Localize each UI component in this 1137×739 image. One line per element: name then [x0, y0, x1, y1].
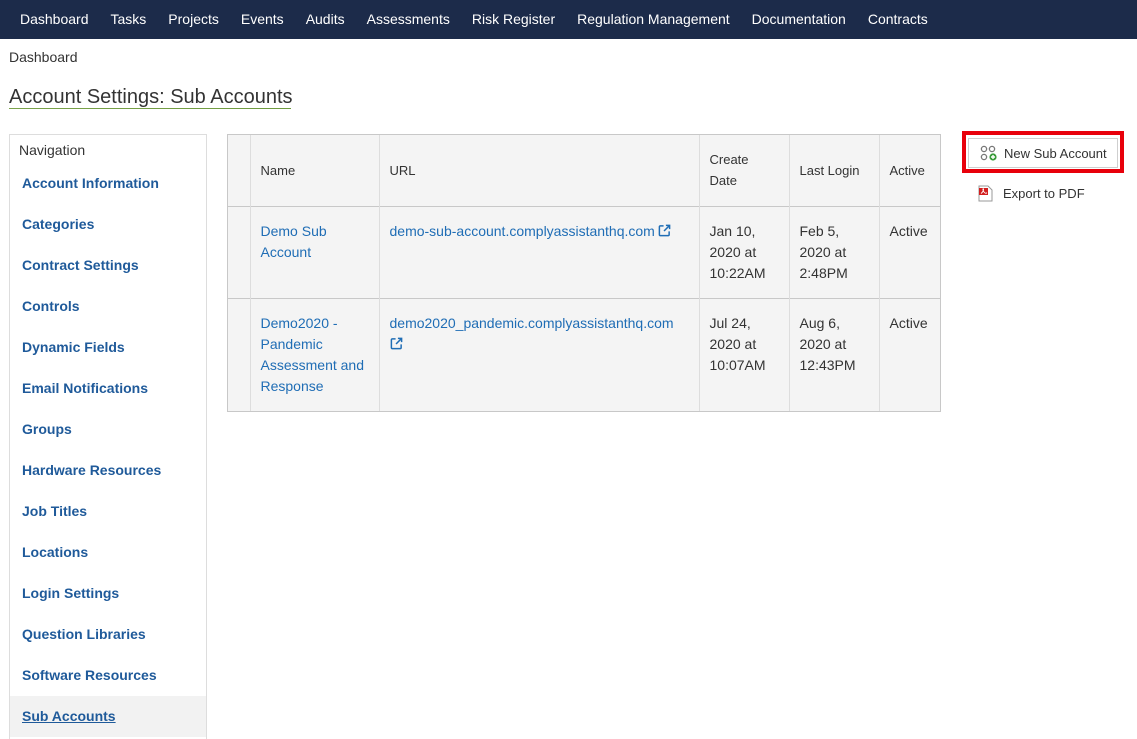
sub-account-name-link[interactable]: Demo Sub Account: [261, 223, 327, 260]
title-underline: [9, 108, 291, 109]
breadcrumb: Dashboard: [9, 49, 78, 65]
sidebar-item-account-information[interactable]: Account Information: [10, 163, 206, 204]
table-header-row: Name URL Create Date Last Login Active: [228, 135, 940, 206]
last-login-cell: Aug 6, 2020 at 12:43PM: [788, 297, 879, 411]
last-login-cell: Feb 5, 2020 at 2:48PM: [788, 205, 879, 298]
create-date-cell: Jul 24, 2020 at 10:07AM: [698, 297, 789, 411]
active-status-cell: Active: [878, 205, 940, 298]
pdf-icon: [978, 185, 993, 202]
sidebar-item-contract-settings[interactable]: Contract Settings: [10, 245, 206, 286]
export-to-pdf-link[interactable]: Export to PDF: [978, 185, 1085, 202]
topnav-audits[interactable]: Audits: [295, 0, 356, 39]
table-row[interactable]: Demo2020 - Pandemic Assessment and Respo…: [228, 297, 940, 411]
topnav-projects[interactable]: Projects: [157, 0, 230, 39]
sidebar-item-job-titles[interactable]: Job Titles: [10, 491, 206, 532]
sidebar-heading: Navigation: [19, 142, 86, 158]
topnav-risk-register[interactable]: Risk Register: [461, 0, 566, 39]
topnav-events[interactable]: Events: [230, 0, 295, 39]
row-handle: [228, 297, 250, 411]
active-status-cell: Active: [878, 297, 940, 411]
export-to-pdf-label: Export to PDF: [1003, 186, 1085, 201]
topnav-contracts[interactable]: Contracts: [857, 0, 939, 39]
column-header-create-date[interactable]: Create Date: [698, 135, 789, 206]
new-sub-account-button[interactable]: New Sub Account: [968, 138, 1118, 168]
external-link-icon: [390, 337, 402, 349]
topnav-tasks[interactable]: Tasks: [100, 0, 158, 39]
sub-account-url-link[interactable]: demo2020_pandemic.complyassistanthq.com: [390, 315, 674, 352]
table-row[interactable]: Demo Sub Account demo-sub-account.comply…: [228, 205, 940, 298]
sidebar-item-hardware-resources[interactable]: Hardware Resources: [10, 450, 206, 491]
sub-accounts-table: Name URL Create Date Last Login Active D…: [227, 134, 941, 412]
column-header-last-login[interactable]: Last Login: [788, 135, 879, 206]
sidebar-item-groups[interactable]: Groups: [10, 409, 206, 450]
top-navigation-bar: Dashboard Tasks Projects Events Audits A…: [0, 0, 1137, 39]
sub-account-url-text: demo-sub-account.complyassistanthq.com: [389, 222, 655, 239]
settings-sidebar: Navigation Account Information Categorie…: [9, 134, 207, 739]
external-link-icon: [658, 224, 671, 236]
create-date-cell: Jan 10, 2020 at 10:22AM: [698, 205, 789, 298]
sidebar-item-controls[interactable]: Controls: [10, 286, 206, 327]
sidebar-list: Account Information Categories Contract …: [10, 163, 206, 737]
sidebar-item-software-resources[interactable]: Software Resources: [10, 655, 206, 696]
topnav-regulation-management[interactable]: Regulation Management: [566, 0, 741, 39]
topnav-assessments[interactable]: Assessments: [356, 0, 461, 39]
new-sub-account-label: New Sub Account: [1004, 145, 1107, 161]
sidebar-item-email-notifications[interactable]: Email Notifications: [10, 368, 206, 409]
column-header-name[interactable]: Name: [249, 135, 379, 206]
sidebar-item-sub-accounts[interactable]: Sub Accounts: [10, 696, 206, 737]
sidebar-item-locations[interactable]: Locations: [10, 532, 206, 573]
topnav-documentation[interactable]: Documentation: [741, 0, 857, 39]
row-handle: [228, 205, 250, 298]
sidebar-item-login-settings[interactable]: Login Settings: [10, 573, 206, 614]
sub-account-url-text: demo2020_pandemic.complyassistanthq.com: [389, 314, 674, 331]
topnav-dashboard[interactable]: Dashboard: [9, 0, 100, 39]
row-handle-header: [228, 135, 250, 206]
sub-account-name-link[interactable]: Demo2020 - Pandemic Assessment and Respo…: [261, 315, 365, 394]
sub-account-icon: [980, 145, 997, 161]
sub-account-url-link[interactable]: demo-sub-account.complyassistanthq.com: [390, 223, 671, 239]
sidebar-item-dynamic-fields[interactable]: Dynamic Fields: [10, 327, 206, 368]
column-header-active[interactable]: Active: [878, 135, 940, 206]
sidebar-item-question-libraries[interactable]: Question Libraries: [10, 614, 206, 655]
column-header-url[interactable]: URL: [378, 135, 699, 206]
page-title: Account Settings: Sub Accounts: [9, 86, 293, 108]
sidebar-item-categories[interactable]: Categories: [10, 204, 206, 245]
